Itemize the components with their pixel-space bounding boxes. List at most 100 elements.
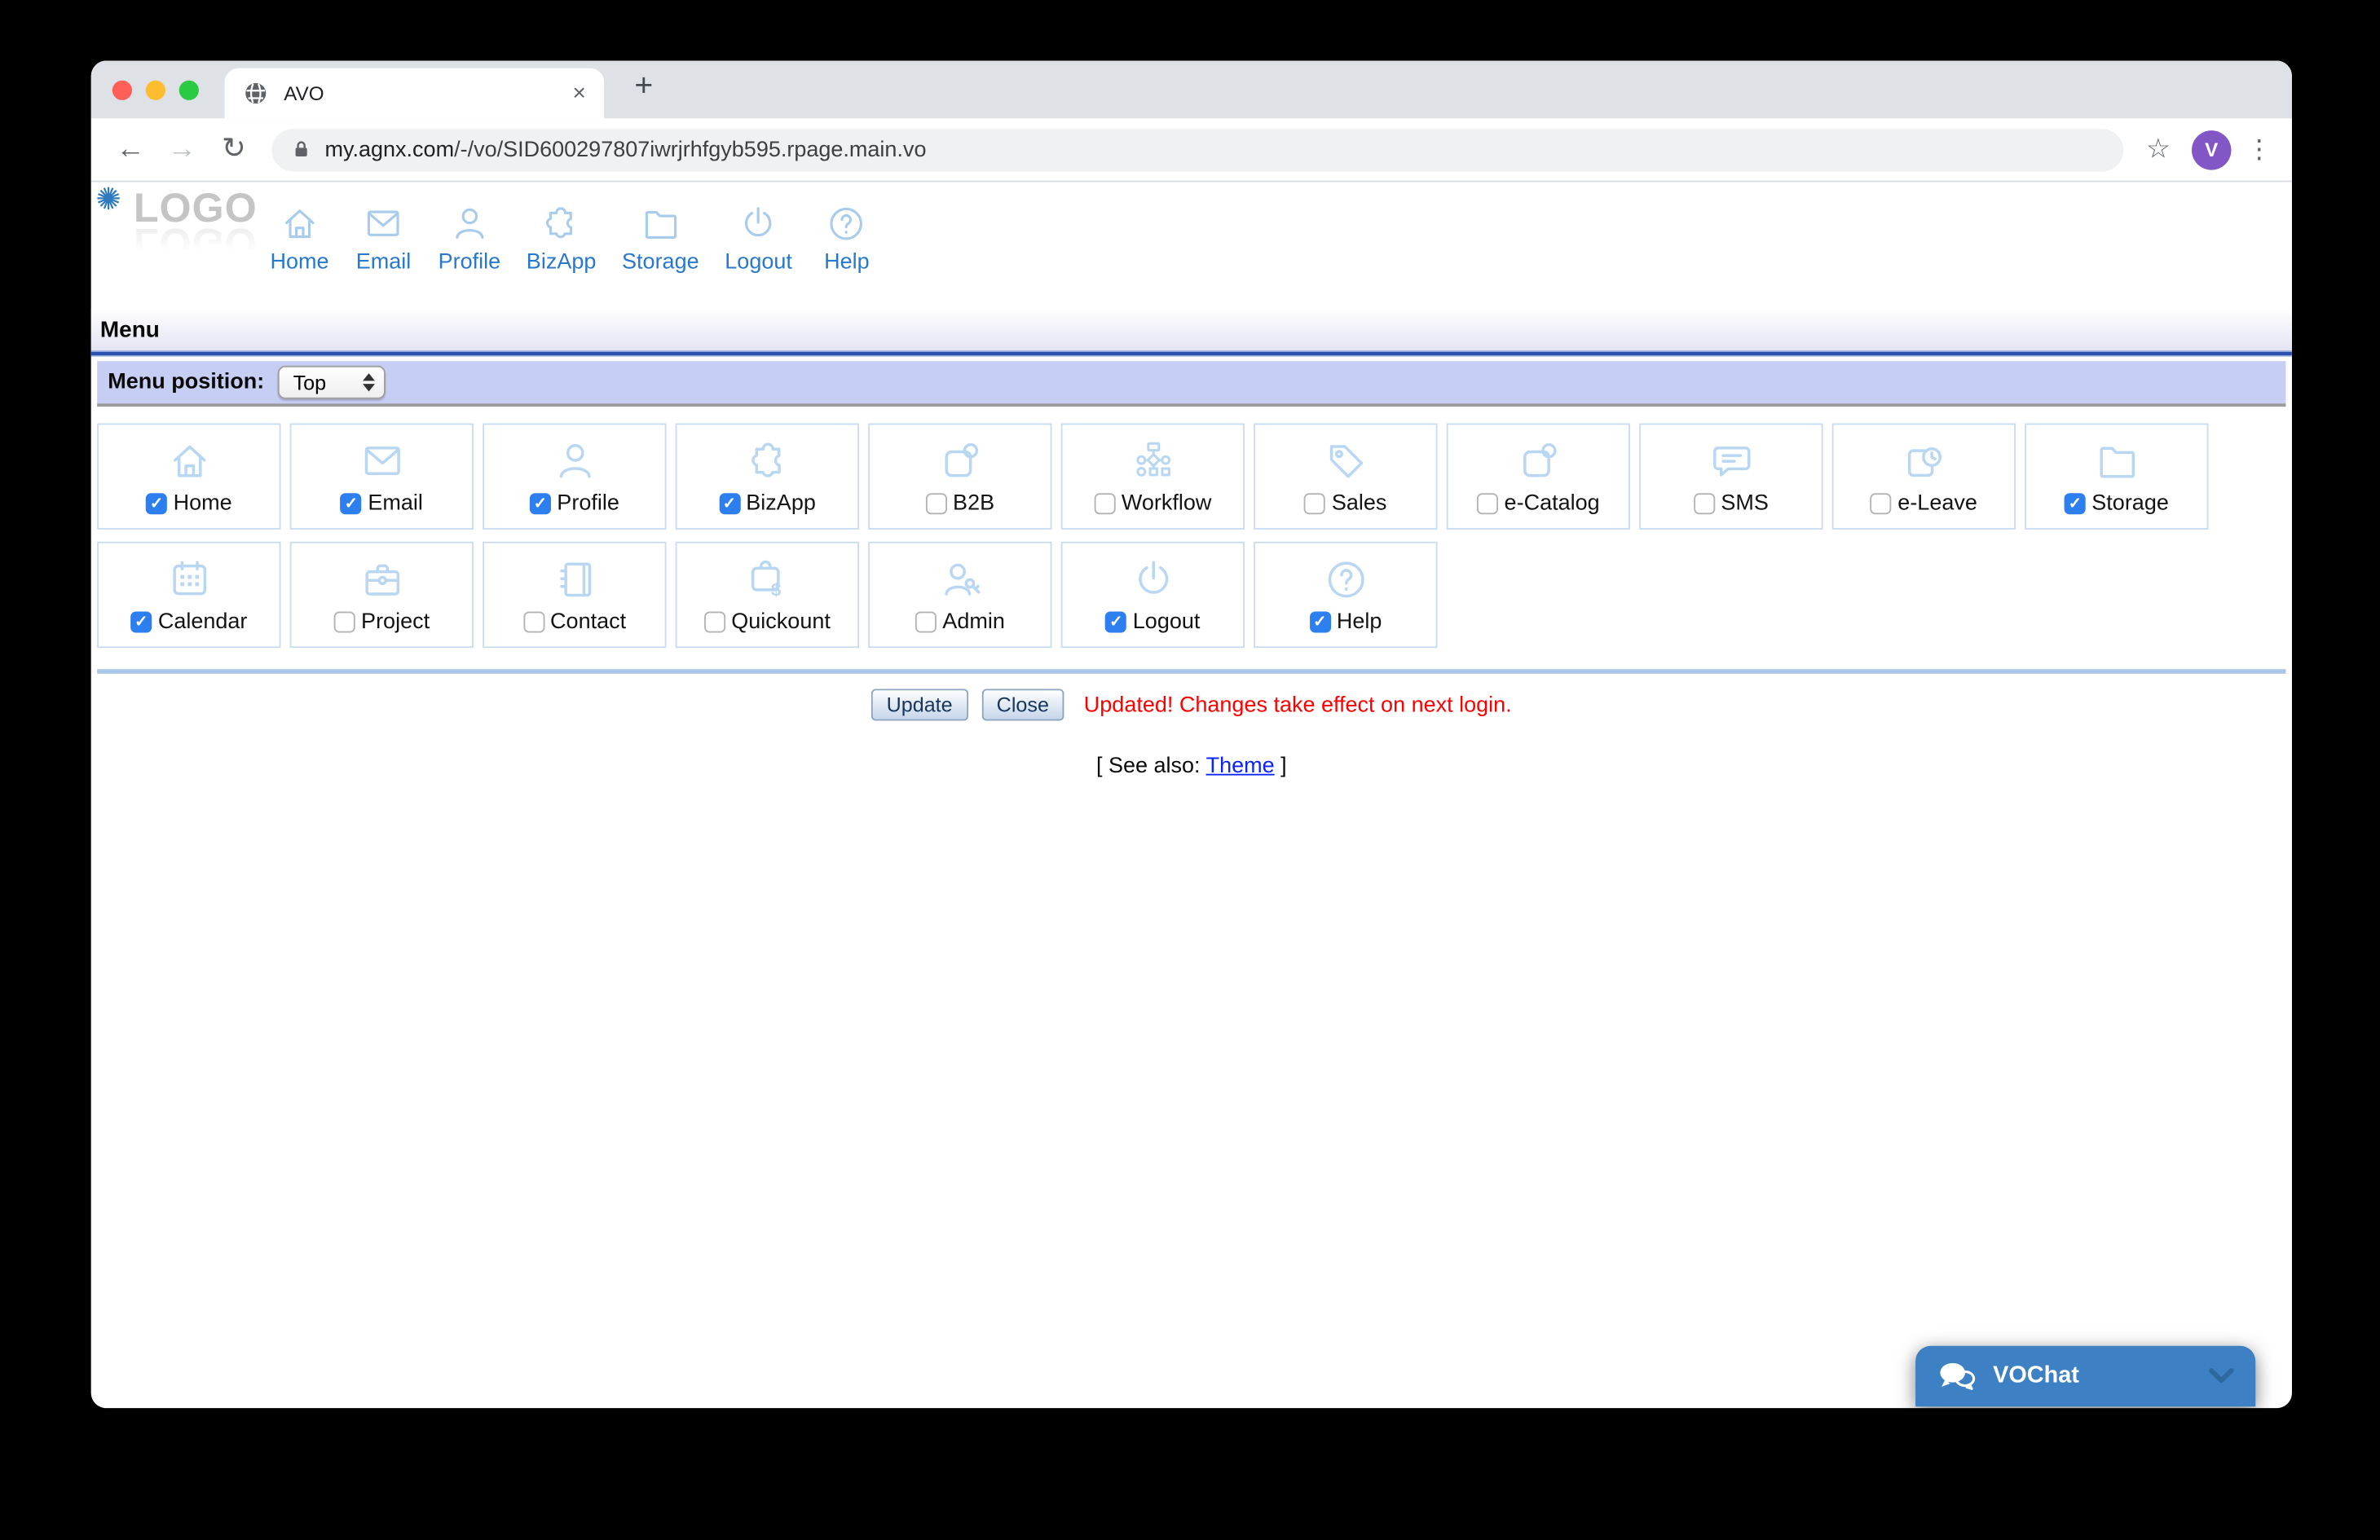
menu-tile-storage: ✓Storage [2025, 424, 2208, 530]
site-logo: LOGO LOGO [134, 190, 258, 262]
checkbox-admin[interactable] [915, 611, 937, 632]
theme-link[interactable]: Theme [1206, 755, 1275, 779]
tile-label: Quickount [731, 610, 831, 635]
checkbox-home[interactable]: ✓ [146, 493, 167, 514]
reload-icon[interactable]: ↻ [214, 132, 253, 167]
menu-position-value: Top [293, 371, 327, 394]
tile-label: Help [1337, 610, 1382, 635]
tile-label-row: ✓ Help [1309, 610, 1382, 635]
menu-position-label: Menu position: [108, 370, 264, 394]
checkbox-sales[interactable] [1304, 493, 1325, 514]
tile-label-row: Workflow [1094, 491, 1211, 516]
question-icon [1323, 557, 1368, 602]
checkbox-quickount[interactable] [704, 611, 725, 632]
checkbox-calendar[interactable]: ✓ [130, 611, 152, 632]
tile-label: e-Leave [1897, 491, 1977, 516]
tile-label-row: Quickount [704, 610, 831, 635]
checkbox-logout[interactable]: ✓ [1105, 611, 1126, 632]
nav-item-logout[interactable]: Logout [725, 204, 792, 275]
vochat-label: VOChat [1993, 1362, 2193, 1390]
notepin-icon [1515, 438, 1561, 484]
checkbox-project[interactable] [334, 611, 355, 632]
nav-item-profile[interactable]: Profile [439, 204, 501, 275]
section-divider [97, 669, 2285, 674]
starburst-icon: ✺ [95, 185, 121, 215]
url-domain: my.agnx.com [325, 138, 455, 162]
calendar-icon [166, 557, 212, 602]
nav-label: Email [356, 250, 412, 275]
checkbox-help[interactable]: ✓ [1309, 611, 1330, 632]
addressbook-icon [552, 557, 597, 602]
select-arrows-icon [363, 373, 375, 391]
checkbox-storage[interactable]: ✓ [2065, 493, 2086, 514]
menu-tile-calendar: ✓ Calendar [97, 542, 280, 648]
checkbox-b2b[interactable] [926, 493, 947, 514]
back-icon[interactable]: ← [111, 133, 150, 166]
tile-label-row: Admin [915, 610, 1005, 635]
tile-label: Email [368, 491, 423, 516]
checkbox-contact[interactable] [523, 611, 544, 632]
see-also-suffix: ] [1275, 755, 1287, 779]
grid-row: ✓Home✓Email✓Profile✓BizAppB2BWorkflowSal… [97, 424, 2285, 530]
url-text: my.agnx.com/-/vo/SID600297807iwrjrhfgyb5… [325, 138, 927, 162]
nav-item-help[interactable]: Help [818, 204, 876, 275]
checkbox-profile[interactable]: ✓ [530, 493, 551, 514]
page-content: ✺ LOGO LOGO Home Email Profile BizApp Storag… [91, 182, 2292, 1406]
menu-tile-b2b: B2B [868, 424, 1051, 530]
menu-tile-sms: SMS [1639, 424, 1822, 530]
menu-tile-home: ✓Home [97, 424, 280, 530]
close-button[interactable]: Close [981, 689, 1064, 720]
checkbox-sms[interactable] [1694, 493, 1715, 514]
chevron-down-icon[interactable] [2209, 1367, 2235, 1385]
nav-item-storage[interactable]: Storage [622, 204, 699, 275]
checkbox-e-catalog[interactable] [1477, 493, 1498, 514]
briefcase-icon [359, 557, 404, 602]
tile-label: Admin [942, 610, 1005, 635]
menu-tile-help: ✓ Help [1254, 542, 1437, 648]
checkbox-workflow[interactable] [1094, 493, 1115, 514]
tile-label-row: ✓ Logout [1105, 610, 1200, 635]
chatlines-icon [1708, 438, 1754, 484]
tab-strip: AVO × + [91, 60, 2292, 118]
minimize-window-button[interactable] [146, 81, 165, 100]
nav-label: Storage [622, 250, 699, 275]
tile-label: Calendar [158, 610, 248, 635]
browser-tab[interactable]: AVO × [225, 68, 605, 118]
update-button[interactable]: Update [871, 689, 967, 720]
menu-position-select[interactable]: Top [278, 366, 386, 399]
menu-tile-quickount: $ Quickount [676, 542, 859, 648]
new-tab-button[interactable]: + [634, 68, 653, 105]
folder-icon [640, 204, 681, 244]
grid-row: ✓CalendarProjectContact$QuickountAdmin✓L… [97, 542, 2285, 648]
browser-menu-icon[interactable]: ⋮ [2246, 134, 2272, 165]
top-navigation: Home Email Profile BizApp Storage Logout Help [270, 204, 875, 275]
person-icon [449, 204, 490, 244]
nav-item-email[interactable]: Email [355, 204, 412, 275]
checkbox-e-leave[interactable] [1871, 493, 1892, 514]
folder-icon [2094, 438, 2140, 484]
menu-tile-profile: ✓Profile [483, 424, 666, 530]
zoom-window-button[interactable] [179, 81, 199, 100]
chat-bubbles-icon [1937, 1359, 1977, 1394]
close-tab-icon[interactable]: × [572, 82, 585, 105]
checkbox-email[interactable]: ✓ [341, 493, 362, 514]
form-actions: Update Close Updated! Changes take effec… [91, 689, 2292, 720]
address-bar[interactable]: my.agnx.com/-/vo/SID600297807iwrjrhfgyb5… [271, 128, 2123, 170]
tile-label-row: Contact [523, 610, 627, 635]
vochat-widget[interactable]: VOChat [1915, 1346, 2255, 1406]
tile-label: Logout [1133, 610, 1201, 635]
tile-label: Contact [550, 610, 626, 635]
bookmark-star-icon[interactable]: ☆ [2146, 134, 2171, 165]
browser-toolbar: ← → ↻ my.agnx.com/-/vo/SID600297807iwrjr… [91, 118, 2292, 182]
nav-item-bizapp[interactable]: BizApp [527, 204, 597, 275]
tab-title: AVO [284, 82, 324, 105]
checkbox-bizapp[interactable]: ✓ [719, 493, 740, 514]
tag-icon [1323, 438, 1368, 484]
profile-avatar[interactable]: V [2192, 130, 2231, 169]
tile-label-row: ✓Profile [530, 491, 619, 516]
tile-label-row: ✓BizApp [719, 491, 816, 516]
menu-options-grid: ✓Home✓Email✓Profile✓BizAppB2BWorkflowSal… [97, 424, 2285, 649]
svg-text:$: $ [770, 579, 780, 600]
nav-item-home[interactable]: Home [270, 204, 328, 275]
close-window-button[interactable] [112, 81, 132, 100]
